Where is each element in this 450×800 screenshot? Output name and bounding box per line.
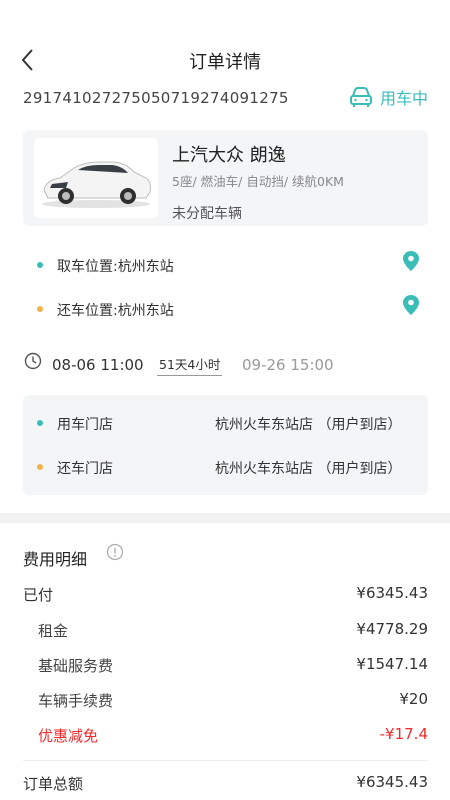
fee-item-value: ¥1547.14 bbox=[356, 655, 428, 673]
status-label: 用车中 bbox=[379, 89, 428, 108]
return-store-dot bbox=[37, 464, 43, 470]
return-store-label: 还车门店 bbox=[57, 461, 113, 477]
fee-item-label: 车辆手续费 bbox=[38, 692, 114, 710]
paid-label: 已付 bbox=[23, 586, 54, 604]
time-start: 08-06 11:00 bbox=[52, 356, 144, 374]
discount-value: -¥17.4 bbox=[379, 725, 428, 743]
rental-duration: 51天4小时 bbox=[157, 354, 223, 376]
fee-details-title: 费用明细 bbox=[23, 550, 88, 569]
car-icon bbox=[349, 87, 372, 107]
total-label: 订单总额 bbox=[23, 775, 84, 793]
total-value: ¥6345.43 bbox=[356, 773, 428, 791]
fee-item-label: 租金 bbox=[38, 622, 69, 640]
store-card bbox=[23, 395, 428, 495]
paid-value: ¥6345.43 bbox=[356, 584, 428, 602]
car-illustration bbox=[42, 161, 151, 208]
total-divider bbox=[23, 760, 428, 761]
return-store-value: 杭州火车东站店 （用户到店） bbox=[215, 461, 402, 477]
return-location-pin-icon[interactable] bbox=[403, 295, 419, 315]
pickup-dot bbox=[37, 262, 43, 268]
order-status: 用车中 bbox=[348, 84, 428, 110]
fee-item-value: ¥20 bbox=[399, 690, 428, 708]
car-image bbox=[34, 138, 158, 218]
use-store-dot bbox=[37, 420, 43, 426]
fee-item-label: 基础服务费 bbox=[38, 657, 114, 675]
order-number: 291741027275050719274091275 bbox=[23, 89, 289, 107]
use-store-value: 杭州火车东站店 （用户到店） bbox=[215, 417, 402, 433]
clock-icon bbox=[24, 352, 42, 370]
discount-label: 优惠减免 bbox=[38, 727, 99, 745]
fee-item-value: ¥4778.29 bbox=[356, 620, 428, 638]
car-name: 上汽大众 朗逸 bbox=[172, 145, 286, 166]
pickup-location: 取车位置:杭州东站 bbox=[57, 259, 174, 275]
car-assignment: 未分配车辆 bbox=[172, 206, 242, 222]
section-divider bbox=[0, 513, 450, 523]
info-circle-icon[interactable] bbox=[106, 543, 124, 561]
return-dot bbox=[37, 306, 43, 312]
page-title: 订单详情 bbox=[189, 52, 261, 73]
time-end: 09-26 15:00 bbox=[242, 356, 334, 374]
car-spec: 5座/ 燃油车/ 自动挡/ 续航0KM bbox=[172, 174, 344, 189]
return-location: 还车位置:杭州东站 bbox=[57, 303, 174, 319]
pickup-location-pin-icon[interactable] bbox=[403, 251, 419, 271]
use-store-label: 用车门店 bbox=[57, 417, 113, 433]
